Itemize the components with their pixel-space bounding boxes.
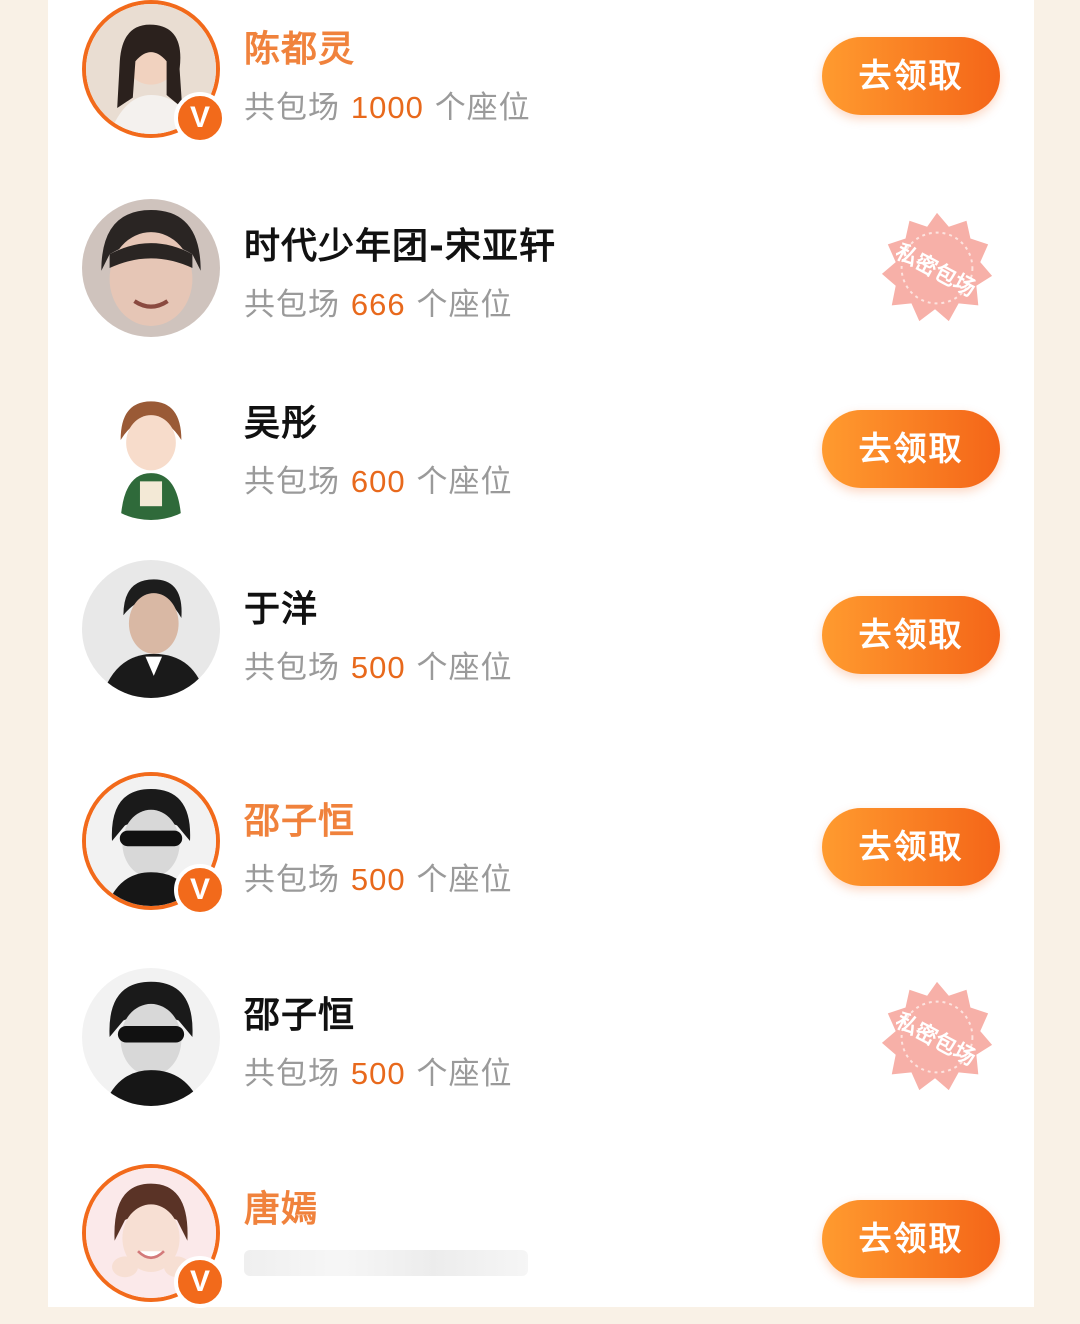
list-item: V 邵子恒 共包场 500 个座位 去领取 [48,772,1034,932]
seat-count-text: 共包场 600 个座位 [244,456,512,501]
seat-count: 600 [350,464,406,499]
seat-count: 500 [350,650,406,685]
seat-suffix: 个座位 [416,1056,513,1092]
seat-count: 500 [350,862,406,897]
avatar[interactable] [82,560,220,698]
user-name[interactable]: 陈都灵 [244,20,355,72]
seat-prefix: 共包场 [244,287,340,323]
list-item: V 唐嫣 去领取 [48,1164,1034,1324]
seat-count-text: 共包场 500 个座位 [244,854,512,899]
seat-count-text: 共包场 500 个座位 [244,642,512,687]
private-stamp-icon: 私密包场 [881,981,993,1091]
seat-prefix: 共包场 [244,862,340,898]
list-item: 于洋 共包场 500 个座位 去领取 [48,560,1034,720]
seat-count-text: 共包场 500 个座位 [244,1048,512,1093]
seat-suffix: 个座位 [416,287,513,323]
seat-count: 500 [350,1056,406,1091]
user-name[interactable]: 吴彤 [244,394,318,446]
seat-suffix: 个座位 [434,90,531,126]
seat-count: 666 [350,287,406,322]
avatar[interactable] [82,382,220,520]
user-name[interactable]: 邵子恒 [244,986,355,1038]
verified-v-icon: V [174,864,226,916]
list-item: 吴彤 共包场 600 个座位 去领取 [48,374,1034,534]
seat-count-text: 共包场 1000 个座位 [244,82,531,127]
user-name[interactable]: 时代少年团-宋亚轩 [244,217,556,269]
user-name[interactable]: 唐嫣 [244,1180,318,1232]
seat-suffix: 个座位 [416,650,513,686]
avatar[interactable] [82,199,220,337]
list-item: V 陈都灵 共包场 1000 个座位 去领取 [48,0,1034,160]
claim-button[interactable]: 去领取 [822,596,1000,674]
seat-prefix: 共包场 [244,1056,340,1092]
seat-prefix: 共包场 [244,650,340,686]
seat-suffix: 个座位 [416,862,513,898]
list-item: 邵子恒 共包场 500 个座位 私密包场 [48,966,1034,1126]
avatar[interactable] [82,968,220,1106]
claim-button[interactable]: 去领取 [822,410,1000,488]
user-name[interactable]: 邵子恒 [244,792,355,844]
seat-list-panel: V 陈都灵 共包场 1000 个座位 去领取 时代少年团-宋亚轩 共包场 666… [48,0,1034,1308]
obscured-seat-count [244,1250,528,1276]
verified-v-icon: V [174,92,226,144]
claim-button[interactable]: 去领取 [822,37,1000,115]
verified-v-icon: V [174,1256,226,1308]
seat-prefix: 共包场 [244,90,340,126]
list-item: 时代少年团-宋亚轩 共包场 666 个座位 私密包场 [48,197,1034,357]
seat-prefix: 共包场 [244,464,340,500]
seat-count-text: 共包场 666 个座位 [244,279,512,324]
private-stamp-icon: 私密包场 [881,212,993,322]
claim-button[interactable]: 去领取 [822,808,1000,886]
user-name[interactable]: 于洋 [244,580,318,632]
claim-button[interactable]: 去领取 [822,1200,1000,1278]
seat-count: 1000 [350,90,424,125]
seat-suffix: 个座位 [416,464,513,500]
